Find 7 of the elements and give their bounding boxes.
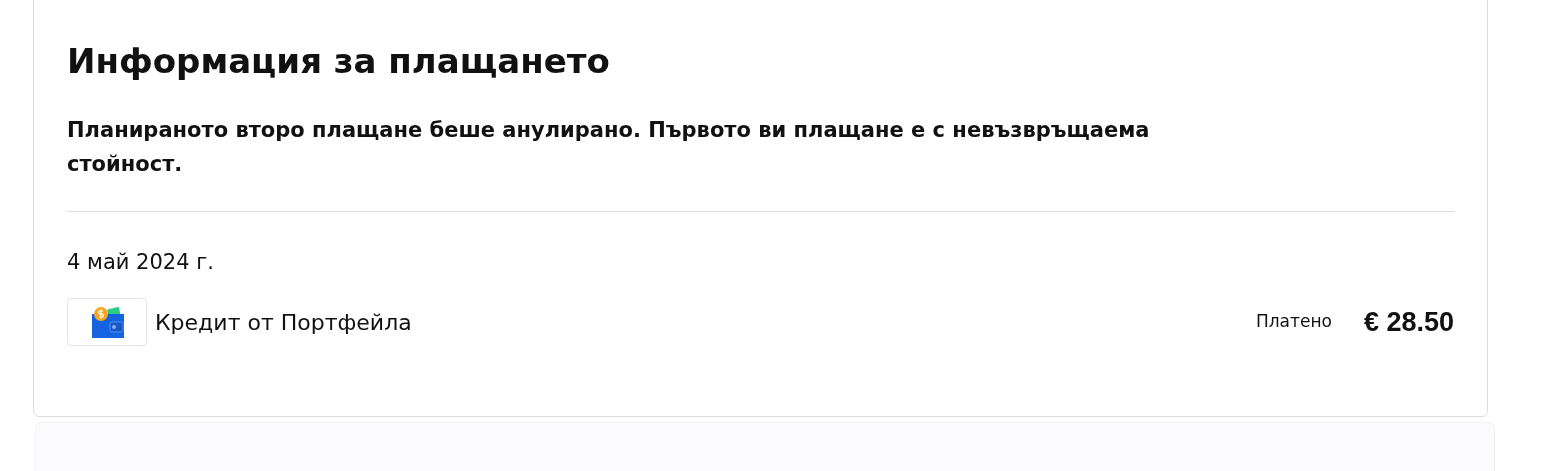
card-title: Информация за плащането — [67, 41, 611, 81]
payment-method: Кредит от Портфейла — [155, 308, 412, 337]
payment-date: 4 май 2024 г. — [67, 249, 215, 276]
payment-amount: € 28.50 — [1363, 305, 1454, 339]
wallet-icon — [90, 306, 124, 338]
notice-text: Планираното второ плащане беше анулирано. Първото ви плащане е с невъзвръщаема стойност. — [67, 117, 1151, 178]
payment-status: Платено — [1255, 310, 1332, 334]
